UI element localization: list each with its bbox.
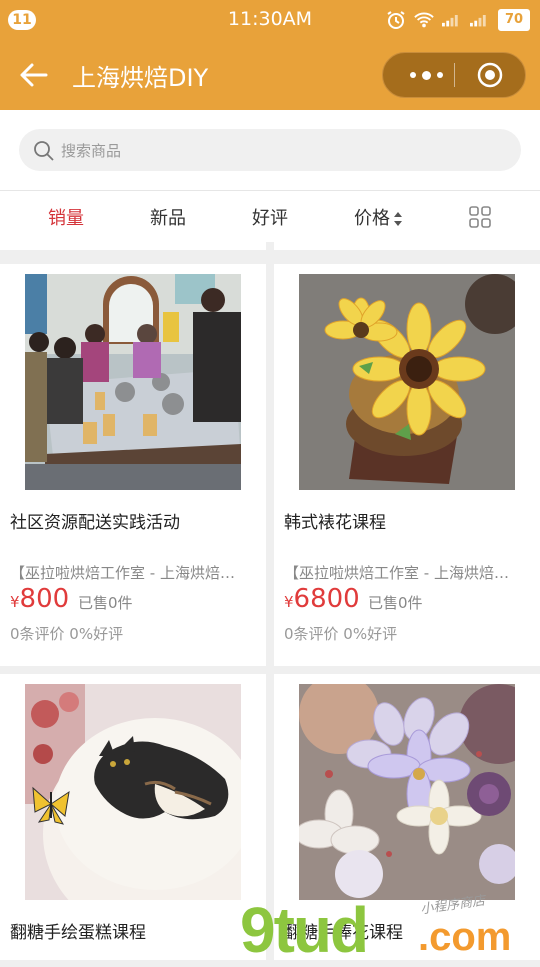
sort-bar: 销量 新品 好评 价格 [0,190,540,242]
tab-sales[interactable]: 销量 [48,204,84,230]
status-icons: 70 [386,9,530,31]
product-card[interactable]: 社区资源配送实践活动 【巫拉啦烘焙工作室 - 上海烘焙… ¥800 已售0件 0… [0,264,266,666]
price-currency: ¥ [284,593,294,611]
product-shop: 【巫拉啦烘焙工作室 - 上海烘焙… [10,564,235,582]
alarm-icon [386,10,406,30]
nav-bar: 上海烘焙DIY [0,40,540,110]
tab-price[interactable]: 价格 [354,204,403,230]
capsule-divider [454,63,455,87]
product-card-partial [0,242,266,250]
price-currency: ¥ [10,593,20,611]
product-shop: 【巫拉啦烘焙工作室 - 上海烘焙… [284,564,509,582]
signal-icon-2 [470,10,490,30]
search-area: 搜索商品 [0,110,540,190]
product-image [25,274,241,490]
tab-rating[interactable]: 好评 [252,204,288,230]
grid-view-icon[interactable] [468,205,492,229]
status-bar: 11 11:30AM 70 [0,0,540,40]
more-button[interactable] [401,53,451,97]
price-value: 800 [19,584,70,614]
search-icon [34,141,54,161]
battery-indicator: 70 [498,9,530,31]
search-placeholder: 搜索商品 [61,142,122,160]
back-button[interactable] [18,60,54,90]
sort-arrows-icon [394,212,402,226]
product-name: 社区资源配送实践活动 [10,513,180,533]
product-card[interactable]: 翻糖手绘蛋糕课程 [0,674,266,960]
product-image [299,684,515,900]
back-arrow-icon [20,63,48,87]
page-title: 上海烘焙DIY [72,64,209,92]
product-reviews: 0条评价 0%好评 [10,625,124,643]
mini-program-capsule [382,52,526,98]
product-price: ¥800 [10,584,69,614]
wifi-icon [414,10,434,30]
close-target-icon [477,62,503,88]
product-name: 韩式裱花课程 [284,513,386,533]
product-image [299,274,515,490]
product-price: ¥6800 [284,584,360,614]
product-name: 翻糖手绘蛋糕课程 [10,923,146,943]
price-value: 6800 [293,584,360,614]
tab-price-label: 价格 [354,208,390,229]
product-sold: 已售0件 [368,594,423,612]
product-sold: 已售0件 [78,594,133,612]
signal-icon [442,10,462,30]
search-input[interactable]: 搜索商品 [19,129,521,171]
watermark-logo: 9tud [240,894,369,966]
product-card-partial [274,242,540,250]
close-button[interactable] [477,62,503,88]
product-card[interactable]: 韩式裱花课程 【巫拉啦烘焙工作室 - 上海烘焙… ¥6800 已售0件 0条评价… [274,264,540,666]
product-reviews: 0条评价 0%好评 [284,625,398,643]
tab-new[interactable]: 新品 [150,204,186,230]
watermark-domain: .com [418,915,512,959]
product-image [25,684,241,900]
